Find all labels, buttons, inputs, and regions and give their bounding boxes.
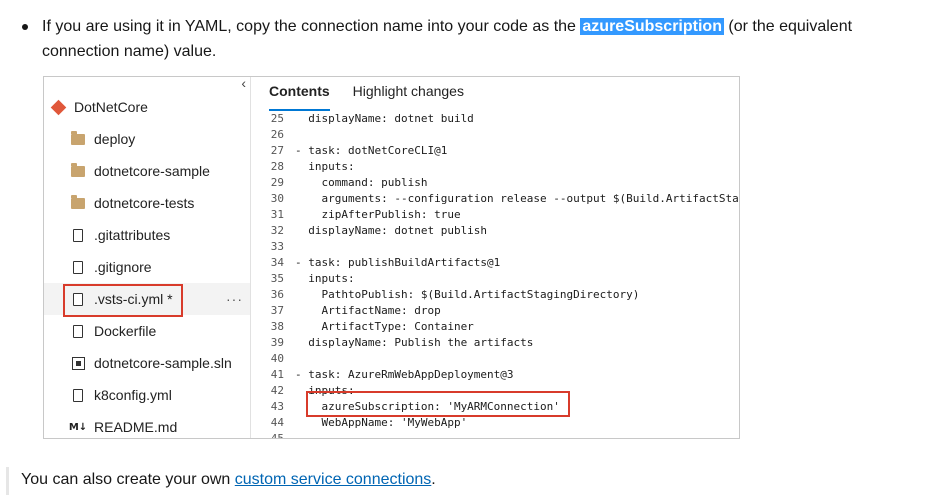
code-text: arguments: --configuration release --out… [295, 192, 740, 205]
tree-item-label: dotnetcore-tests [94, 195, 195, 211]
more-options-icon[interactable]: ··· [226, 291, 243, 307]
tree-item-label: dotnetcore-sample [94, 163, 210, 179]
file-tree: ‹ DotNetCore deploy dotnetcore-sample do… [44, 77, 251, 438]
highlighted-term: azureSubscription [580, 18, 724, 35]
tree-repo-root[interactable]: DotNetCore [50, 91, 148, 123]
folder-icon [70, 130, 86, 147]
code-text: - task: publishBuildArtifacts@1 [295, 256, 501, 269]
tree-item-k8config-yml[interactable]: k8config.yml [70, 379, 172, 411]
line-number: 31 [270, 208, 284, 221]
line-number: 38 [270, 320, 284, 333]
tree-item-dotnetcore-tests[interactable]: dotnetcore-tests [70, 187, 194, 219]
code-text: displayName: dotnet build [295, 112, 474, 125]
line-number: 36 [270, 288, 284, 301]
note-callout: You can also create your own custom serv… [0, 465, 939, 495]
line-number: 44 [270, 416, 284, 429]
tab-contents[interactable]: Contents [269, 77, 330, 111]
tree-item-label: deploy [94, 131, 136, 147]
repo-icon [50, 99, 66, 115]
file-icon [70, 227, 86, 243]
tree-item-label: dotnetcore-sample.sln [94, 355, 232, 371]
code-editor: 25 displayName: dotnet build 26 27 - task: … [250, 111, 740, 439]
bullet-dot [22, 24, 28, 30]
file-icon [70, 387, 86, 403]
line-number: 29 [270, 176, 284, 189]
line-number: 43 [270, 400, 284, 413]
bullet-text: If you are using it in YAML, copy the co… [42, 14, 932, 64]
code-text: PathtoPublish: $(Build.ArtifactStagingDi… [295, 288, 640, 301]
solution-file-icon [70, 355, 86, 371]
code-text: zipAfterPublish: true [295, 208, 461, 221]
file-icon [70, 323, 86, 339]
line-number: 45 [270, 432, 284, 439]
note-text-before: You can also create your own [21, 471, 235, 488]
tree-item-dotnetcore-sample-sln[interactable]: dotnetcore-sample.sln [70, 347, 232, 379]
tree-repo-label: DotNetCore [74, 99, 148, 115]
tree-item-label: .gitattributes [94, 227, 171, 243]
line-number: 35 [270, 272, 284, 285]
code-text: inputs: [295, 272, 355, 285]
line-number: 32 [270, 224, 284, 237]
tree-item-label: .gitignore [94, 259, 152, 275]
line-number: 37 [270, 304, 284, 317]
line-number: 33 [270, 240, 284, 253]
tree-item-label: Dockerfile [94, 323, 157, 339]
custom-service-connections-link[interactable]: custom service connections [235, 471, 432, 488]
tab-highlight-changes[interactable]: Highlight changes [353, 77, 464, 109]
code-text: - task: AzureRmWebAppDeployment@3 [295, 368, 514, 381]
line-number: 30 [270, 192, 284, 205]
markdown-icon: M↓ [68, 421, 88, 433]
line-number: 41 [270, 368, 284, 381]
folder-icon [70, 194, 86, 211]
tree-item-label: k8config.yml [94, 387, 172, 403]
tree-item-label: README.md [94, 419, 178, 435]
tree-item-gitignore[interactable]: .gitignore [70, 251, 152, 283]
line-number: 34 [270, 256, 284, 269]
line-number: 42 [270, 384, 284, 397]
code-text: inputs: [295, 160, 355, 173]
code-text: WebAppName: 'MyWebApp' [295, 416, 468, 429]
file-view-tabs: Contents Highlight changes [269, 77, 487, 111]
code-text: ArtifactName: drop [295, 304, 441, 317]
code-text: ArtifactType: Container [295, 320, 474, 333]
tree-item-dotnetcore-sample[interactable]: dotnetcore-sample [70, 155, 210, 187]
tree-item-readme-md[interactable]: M↓ README.md [68, 411, 178, 438]
tree-item-gitattributes[interactable]: .gitattributes [70, 219, 170, 251]
code-text: displayName: Publish the artifacts [295, 336, 534, 349]
file-icon [70, 259, 86, 275]
callout-box-file [63, 284, 183, 317]
code-text: - task: dotNetCoreCLI@1 [295, 144, 448, 157]
line-number: 40 [270, 352, 284, 365]
line-number: 25 [270, 112, 284, 125]
code-text: displayName: dotnet publish [295, 224, 488, 237]
folder-icon [70, 162, 86, 179]
line-number: 26 [270, 128, 284, 141]
tree-item-dockerfile[interactable]: Dockerfile [70, 315, 156, 347]
collapse-pane-icon[interactable]: ‹ [241, 77, 246, 91]
code-text: command: publish [295, 176, 428, 189]
callout-box-azure-subscription [306, 391, 570, 417]
tree-item-deploy[interactable]: deploy [70, 123, 135, 155]
note-bar [6, 467, 9, 495]
note-text: You can also create your own custom serv… [21, 470, 436, 490]
line-number: 28 [270, 160, 284, 173]
bullet-text-before: If you are using it in YAML, copy the co… [42, 18, 581, 35]
embedded-screenshot: ‹ DotNetCore deploy dotnetcore-sample do… [43, 76, 740, 439]
line-number: 39 [270, 336, 284, 349]
note-text-after: . [431, 471, 436, 488]
line-number: 27 [270, 144, 284, 157]
